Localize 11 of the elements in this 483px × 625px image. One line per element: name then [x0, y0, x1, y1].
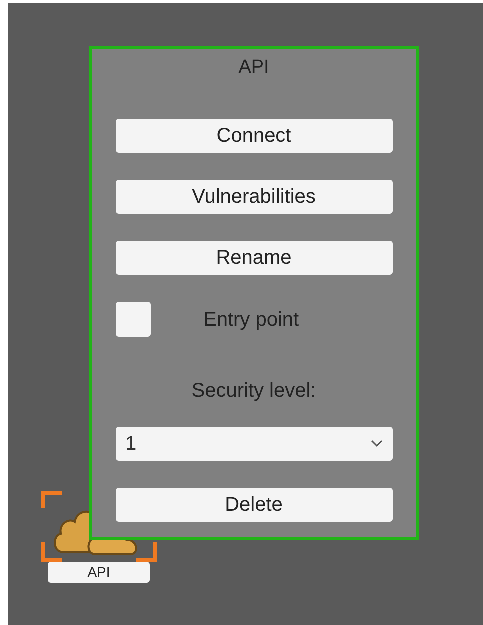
security-level-label: Security level: [192, 379, 316, 404]
action-button[interactable]: Vulnerabilities [116, 180, 392, 214]
entry-point-label: Entry point [204, 308, 300, 332]
chevron-down-icon [370, 440, 382, 448]
delete-button[interactable]: Delete [116, 488, 392, 522]
action-button[interactable]: Connect [116, 119, 392, 153]
panel-title: API [238, 58, 270, 77]
entry-point-checkbox[interactable] [116, 302, 150, 337]
node-label: API [48, 562, 150, 583]
security-level-select[interactable]: 1 [116, 427, 392, 461]
action-button[interactable]: Rename [116, 241, 392, 275]
